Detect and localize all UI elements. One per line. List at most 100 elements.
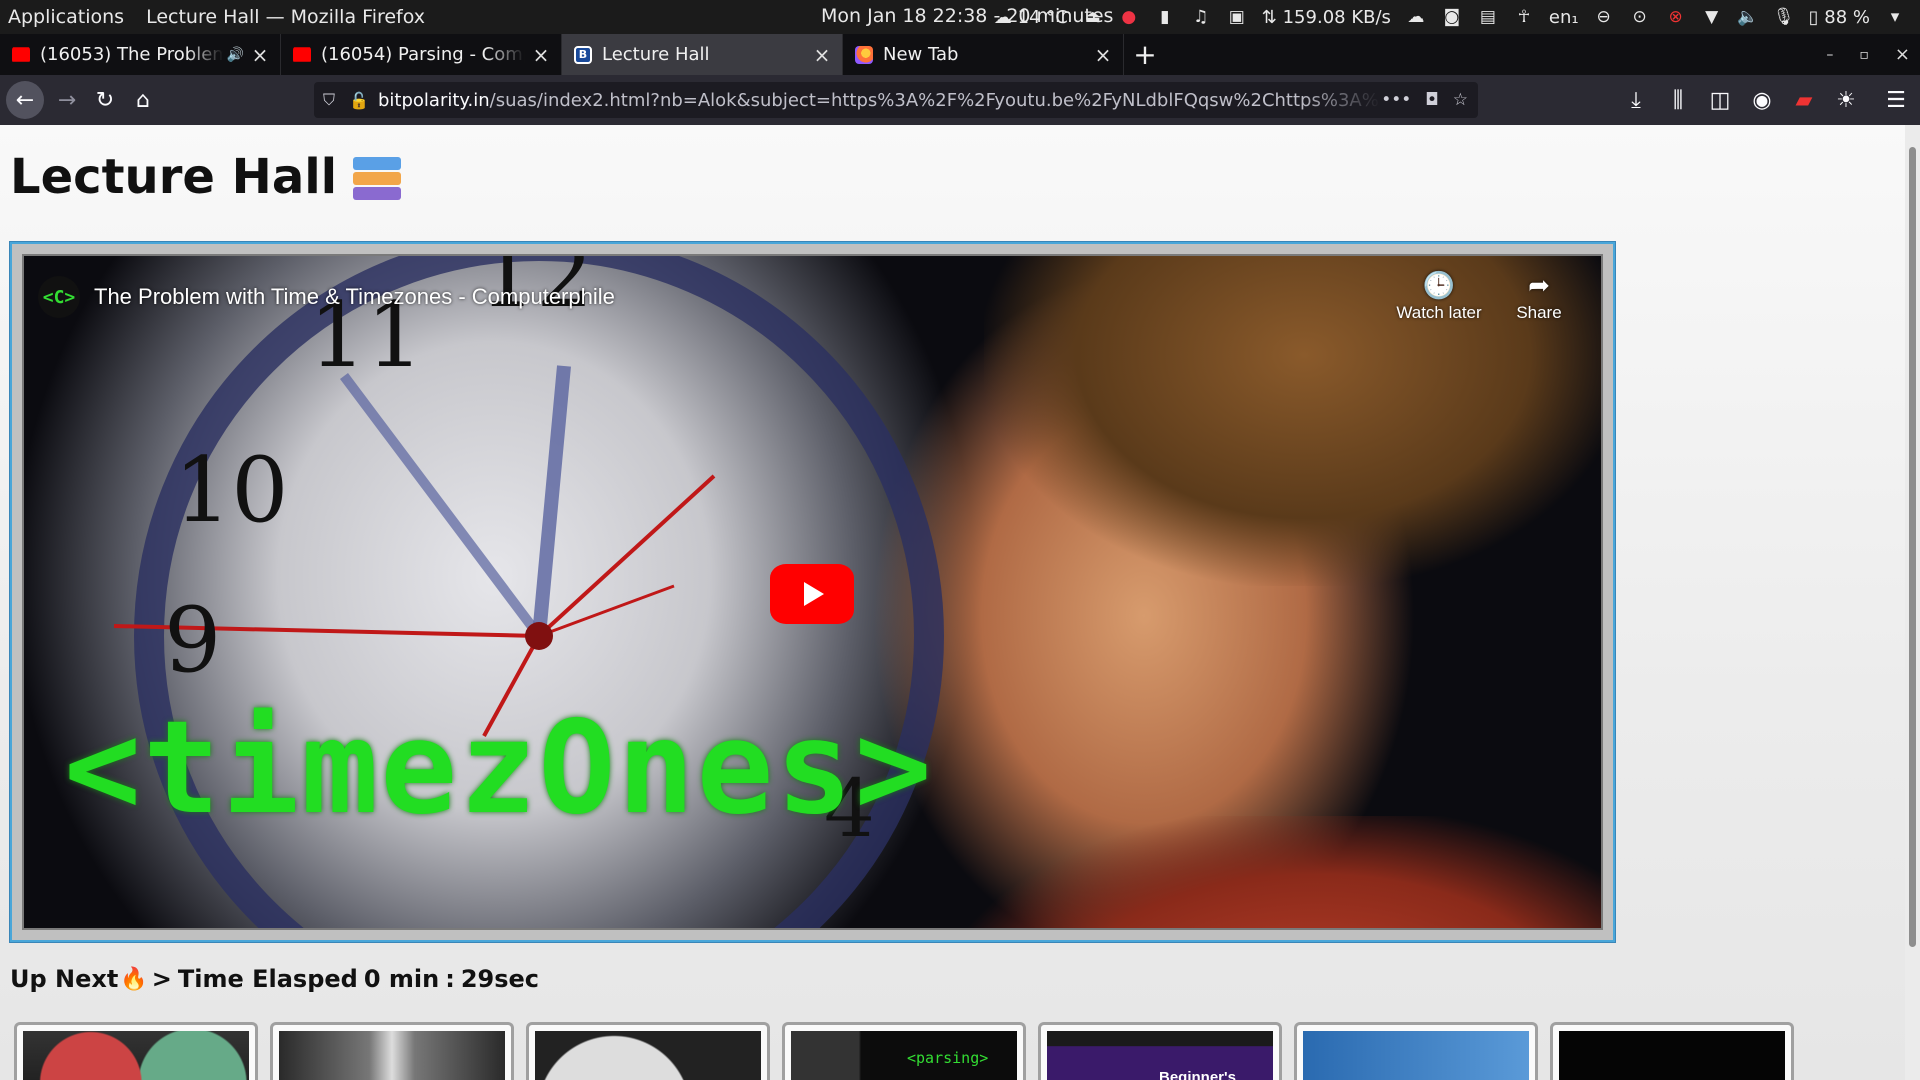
record-icon[interactable]: ⊗ bbox=[1665, 7, 1687, 27]
up-next-video-card[interactable] bbox=[526, 1022, 770, 1080]
radio-icon[interactable]: ▣ bbox=[1226, 7, 1248, 27]
clipboard-icon[interactable]: ▤ bbox=[1477, 7, 1499, 27]
extension-dark-icon: ☀ bbox=[1836, 87, 1856, 113]
up-next-video-card[interactable]: <parsing> bbox=[782, 1022, 1026, 1080]
tab-title: (16053) The Problem with Time & Timezone… bbox=[40, 44, 223, 65]
back-button[interactable]: ← bbox=[6, 81, 44, 119]
up-next-video-card[interactable] bbox=[14, 1022, 258, 1080]
reload-button[interactable]: ↻ bbox=[86, 81, 124, 119]
download-icon: ⤓ bbox=[1631, 87, 1641, 113]
insecure-lock-icon[interactable]: 🔓 bbox=[344, 91, 374, 110]
arrow-left-icon: ← bbox=[15, 87, 35, 113]
share-arrow-icon: ➦ bbox=[1528, 270, 1550, 300]
tab-title: (16054) Parsing - Computerphile bbox=[321, 44, 525, 65]
up-next-video-card[interactable]: Beginner's bbox=[1038, 1022, 1282, 1080]
network-speed-indicator[interactable]: ⇅ 159.08 KB/s bbox=[1262, 7, 1391, 28]
close-tab-icon[interactable]: × bbox=[531, 43, 551, 67]
page-scrollbar[interactable] bbox=[1905, 125, 1920, 1080]
tab-lecture-hall[interactable]: B Lecture Hall × bbox=[562, 34, 843, 75]
video-thumbnail bbox=[535, 1031, 761, 1080]
share-button[interactable]: ➦ Share bbox=[1494, 270, 1584, 323]
stop-circle-icon[interactable]: ⊙ bbox=[1629, 7, 1651, 27]
video-title[interactable]: The Problem with Time & Timezones - Comp… bbox=[94, 284, 615, 310]
minimize-icon[interactable]: – bbox=[1826, 47, 1833, 63]
youtube-icon bbox=[12, 47, 30, 62]
fire-icon: 🔥 bbox=[120, 966, 148, 992]
page-actions-icon[interactable]: ••• bbox=[1381, 90, 1411, 110]
play-button[interactable] bbox=[770, 564, 854, 624]
accessibility-icon[interactable]: ☥ bbox=[1513, 7, 1535, 27]
cup-icon[interactable]: ◙ bbox=[1441, 7, 1463, 27]
microphone-icon[interactable]: 🎙 bbox=[1773, 7, 1795, 27]
active-window-title[interactable]: Lecture Hall — Mozilla Firefox bbox=[146, 6, 425, 28]
url-bar[interactable]: ⛉ 🔓 bitpolarity.in/suas/index2.html?nb=A… bbox=[314, 82, 1478, 118]
close-tab-icon[interactable]: × bbox=[250, 43, 270, 67]
sidebar-button[interactable]: ◫ bbox=[1704, 81, 1736, 119]
eject-icon[interactable]: ⏏ bbox=[1082, 7, 1104, 27]
video-player-frame: 10 9 11 12 4 <C> The Problem with Time &… bbox=[10, 242, 1615, 942]
up-next-video-card[interactable] bbox=[1294, 1022, 1538, 1080]
weather-indicator[interactable]: ☁ 14 °C bbox=[994, 7, 1068, 28]
sidebar-icon: ◫ bbox=[1709, 87, 1731, 113]
separator: > bbox=[151, 965, 172, 993]
cloud-icon: ☁ bbox=[993, 6, 1012, 28]
tab-new-tab[interactable]: New Tab × bbox=[843, 34, 1124, 75]
forward-button[interactable]: → bbox=[48, 81, 86, 119]
elapsed-colon: : bbox=[445, 965, 455, 993]
thumbnail-caption: <parsing> bbox=[907, 1049, 989, 1067]
extension-red-icon: ▰ bbox=[1795, 87, 1813, 113]
extension-button-2[interactable]: ☀ bbox=[1830, 81, 1862, 119]
keyboard-layout-indicator[interactable]: en₁ bbox=[1549, 7, 1579, 28]
speaker-icon[interactable]: 🔊 bbox=[227, 47, 244, 63]
chrome-indicator-icon[interactable]: ● bbox=[1118, 7, 1140, 27]
new-tab-button[interactable]: + bbox=[1124, 34, 1166, 75]
youtube-embed-player[interactable]: 10 9 11 12 4 <C> The Problem with Time &… bbox=[22, 254, 1603, 930]
up-next-video-card[interactable] bbox=[270, 1022, 514, 1080]
clock-icon: 🕒 bbox=[1422, 270, 1456, 300]
scrollbar-thumb[interactable] bbox=[1909, 147, 1916, 947]
url-text[interactable]: bitpolarity.in/suas/index2.html?nb=Alok&… bbox=[378, 90, 1381, 111]
minus-circle-icon[interactable]: ⊖ bbox=[1593, 7, 1615, 27]
up-next-heading: Up Next 🔥 > Time Elasped 0 min : 29sec bbox=[10, 965, 540, 993]
system-menu-arrow-icon[interactable]: ▾ bbox=[1884, 7, 1906, 27]
close-window-icon[interactable]: × bbox=[1895, 44, 1910, 65]
cloud-sync-icon[interactable]: ☁ bbox=[1405, 7, 1427, 27]
extension-button[interactable]: ▰ bbox=[1788, 81, 1820, 119]
wifi-icon[interactable]: ▼ bbox=[1701, 7, 1723, 27]
video-thumbnail bbox=[1303, 1031, 1529, 1080]
pocket-icon[interactable]: ◘ bbox=[1425, 90, 1438, 110]
home-button[interactable]: ⌂ bbox=[124, 81, 162, 119]
bookmark-star-icon[interactable]: ☆ bbox=[1453, 90, 1468, 110]
downloads-button[interactable]: ⤓ bbox=[1620, 81, 1652, 119]
tab-parsing[interactable]: (16054) Parsing - Computerphile × bbox=[281, 34, 562, 75]
volume-icon[interactable]: 🔈 bbox=[1737, 7, 1759, 27]
tracking-shield-icon[interactable]: ⛉ bbox=[314, 90, 344, 110]
channel-logo[interactable]: <C> bbox=[38, 276, 80, 318]
close-tab-icon[interactable]: × bbox=[812, 43, 832, 67]
watch-later-button[interactable]: 🕒 Watch later bbox=[1394, 270, 1484, 323]
restore-icon[interactable]: ▫ bbox=[1859, 47, 1869, 63]
video-thumbnail bbox=[23, 1031, 249, 1080]
page-content: Lecture Hall 10 9 11 12 4 <C> The Proble… bbox=[0, 125, 1905, 1080]
tab-time-timezones[interactable]: (16053) The Problem with Time & Timezone… bbox=[0, 34, 281, 75]
battery-indicator[interactable]: ▯ 88 % bbox=[1809, 7, 1870, 28]
up-next-list: <parsing> Beginner's bbox=[14, 1022, 1794, 1080]
video-thumbnail bbox=[1559, 1031, 1785, 1080]
arrow-right-icon: → bbox=[57, 87, 77, 113]
audio-bars-icon[interactable]: ▮ bbox=[1154, 7, 1176, 27]
updown-arrows-icon: ⇅ bbox=[1261, 6, 1277, 28]
account-button[interactable]: ◉ bbox=[1746, 81, 1778, 119]
applications-menu[interactable]: Applications bbox=[8, 6, 124, 28]
system-top-bar: Applications Lecture Hall — Mozilla Fire… bbox=[0, 0, 1920, 34]
window-controls: – ▫ × bbox=[1826, 34, 1910, 75]
close-tab-icon[interactable]: × bbox=[1093, 43, 1113, 67]
up-next-video-card[interactable] bbox=[1550, 1022, 1794, 1080]
menu-button[interactable]: ☰ bbox=[1880, 81, 1912, 119]
navigation-toolbar: ← → ↻ ⌂ ⛉ 🔓 bitpolarity.in/suas/index2.h… bbox=[0, 75, 1920, 125]
svg-text:10: 10 bbox=[174, 438, 289, 543]
library-button[interactable]: ⫼ bbox=[1662, 81, 1694, 119]
music-icon[interactable]: ♫ bbox=[1190, 7, 1212, 27]
youtube-icon bbox=[293, 47, 311, 62]
video-thumbnail bbox=[279, 1031, 505, 1080]
home-icon: ⌂ bbox=[136, 87, 150, 113]
